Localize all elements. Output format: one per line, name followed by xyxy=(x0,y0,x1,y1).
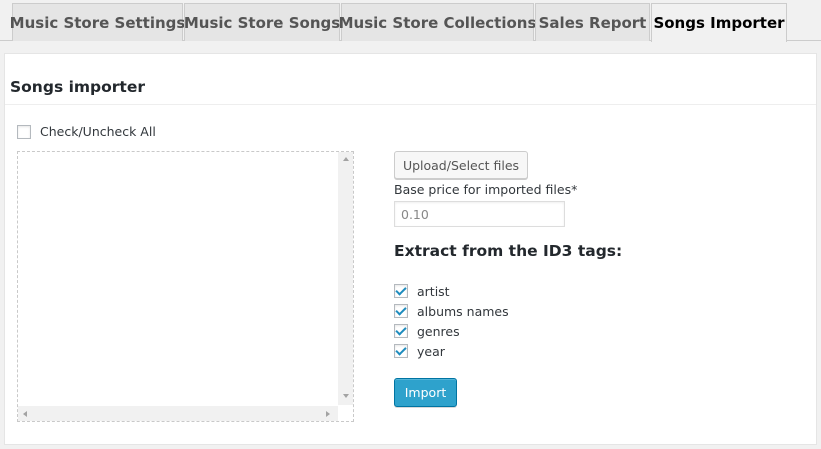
scroll-right-arrow-icon[interactable] xyxy=(326,411,330,417)
songs-importer-panel: Songs importer Check/Uncheck All Upload/… xyxy=(4,53,817,445)
check-all-label: Check/Uncheck All xyxy=(40,124,156,139)
checkmark-icon xyxy=(395,284,407,296)
id3-option-albums-names: albums names xyxy=(394,301,509,321)
check-all-row: Check/Uncheck All xyxy=(17,124,156,139)
panel-divider xyxy=(5,104,816,105)
file-list-box[interactable] xyxy=(17,151,354,422)
tab-music-store-songs[interactable]: Music Store Songs xyxy=(184,3,340,41)
checkmark-icon xyxy=(395,344,407,356)
artist-label: artist xyxy=(417,283,450,299)
import-button[interactable]: Import xyxy=(394,378,457,407)
base-price-label: Base price for imported files* xyxy=(394,182,578,197)
albums-names-checkbox[interactable] xyxy=(394,304,408,318)
vertical-scrollbar[interactable] xyxy=(338,152,353,405)
scrollbar-corner xyxy=(338,406,353,421)
year-label: year xyxy=(417,343,445,359)
horizontal-scrollbar[interactable] xyxy=(18,406,338,421)
artist-checkbox[interactable] xyxy=(394,284,408,298)
scroll-up-arrow-icon[interactable] xyxy=(343,157,349,161)
id3-option-genres: genres xyxy=(394,321,509,341)
tab-music-store-collections[interactable]: Music Store Collections xyxy=(339,3,536,41)
scroll-down-arrow-icon[interactable] xyxy=(343,394,349,398)
tab-music-store-settings[interactable]: Music Store Settings xyxy=(10,3,185,41)
scroll-left-arrow-icon[interactable] xyxy=(23,411,27,417)
upload-select-files-button[interactable]: Upload/Select files xyxy=(394,151,528,179)
genres-checkbox[interactable] xyxy=(394,324,408,338)
checkmark-icon xyxy=(395,304,407,316)
id3-option-year: year xyxy=(394,341,509,361)
check-all-checkbox[interactable] xyxy=(17,124,31,139)
year-checkbox[interactable] xyxy=(394,344,408,358)
tab-songs-importer[interactable]: Songs Importer xyxy=(651,3,787,42)
id3-tags-heading: Extract from the ID3 tags: xyxy=(394,242,623,260)
id3-option-artist: artist xyxy=(394,281,509,301)
genres-label: genres xyxy=(417,323,460,339)
id3-options-list: artist albums names genres year xyxy=(394,281,509,361)
base-price-input[interactable] xyxy=(394,201,565,227)
tab-bar: Music Store Settings Music Store Songs M… xyxy=(0,0,821,42)
albums-names-label: albums names xyxy=(417,303,509,319)
tab-sales-report[interactable]: Sales Report xyxy=(535,3,650,41)
checkmark-icon xyxy=(395,324,407,336)
panel-title: Songs importer xyxy=(10,78,145,96)
